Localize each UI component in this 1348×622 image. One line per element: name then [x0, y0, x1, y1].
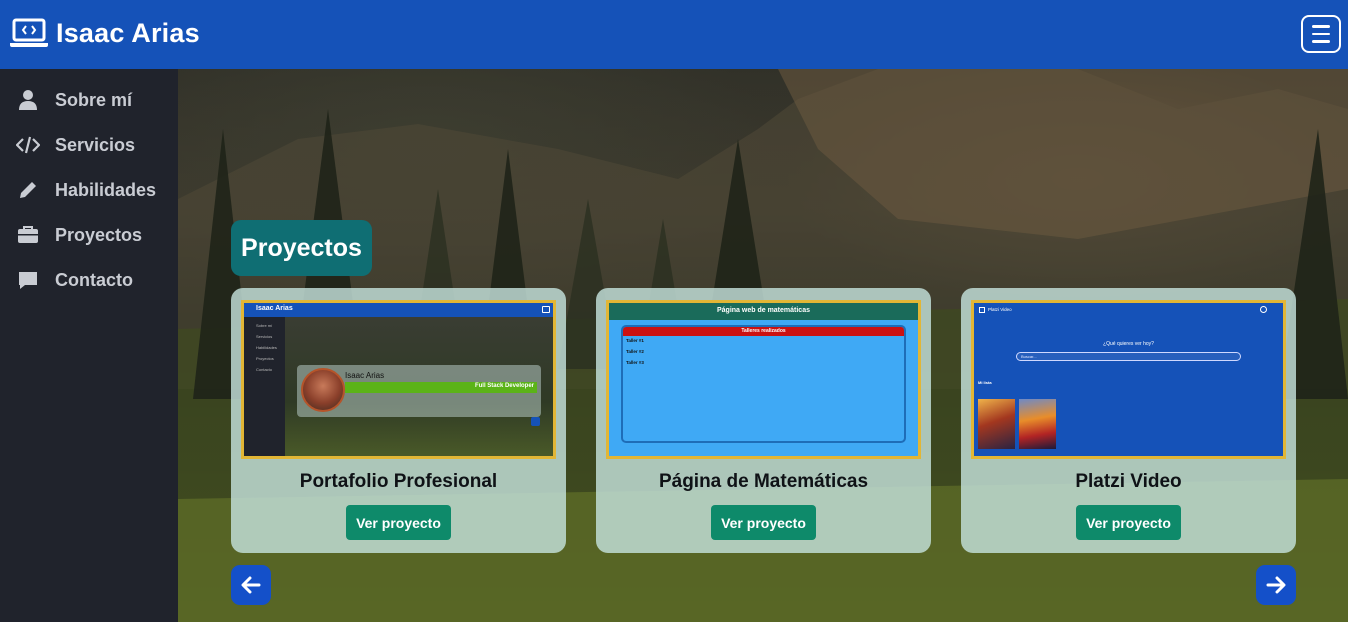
- project-card: Página web de matemáticas Talleres reali…: [596, 288, 931, 553]
- briefcase-icon: [18, 226, 38, 243]
- ver-proyecto-button[interactable]: Ver proyecto: [711, 505, 816, 540]
- sidebar-item-label: Sobre mí: [55, 89, 133, 110]
- arrow-left-icon: [241, 576, 261, 594]
- thumb-poster: [1019, 399, 1056, 449]
- sidebar-item-contacto[interactable]: Contacto: [0, 260, 178, 300]
- projects-section: Proyectos Isaac Arias Sobre mí Servicios…: [178, 69, 1348, 622]
- carousel-prev-button[interactable]: [231, 565, 271, 605]
- pencil-icon: [20, 182, 36, 198]
- project-title: Página de Matemáticas: [658, 471, 869, 492]
- project-thumbnail: Página web de matemáticas Talleres reali…: [606, 300, 921, 459]
- top-header: Isaac Arias: [0, 0, 1348, 69]
- project-title: Platzi Video: [1075, 471, 1182, 492]
- project-thumbnail: Isaac Arias Sobre mí Servicios Habilidad…: [241, 300, 556, 459]
- laptop-code-icon: [10, 18, 48, 47]
- sidebar-item-sobre-mi[interactable]: Sobre mí: [0, 80, 178, 120]
- project-title: Portafolio Profesional: [299, 471, 498, 492]
- thumb-avatar: [301, 368, 345, 412]
- sidebar-item-proyectos[interactable]: Proyectos: [0, 215, 178, 255]
- sidebar-item-label: Contacto: [55, 269, 133, 290]
- sidebar-item-habilidades[interactable]: Habilidades: [0, 170, 178, 210]
- sidebar-item-servicios[interactable]: Servicios: [0, 125, 178, 165]
- project-card: Isaac Arias Sobre mí Servicios Habilidad…: [231, 288, 566, 553]
- hamburger-menu-button[interactable]: [1301, 15, 1341, 53]
- project-card: Platzi Video ¿Qué quieres ver hoy? Busca…: [961, 288, 1296, 553]
- comment-icon: [19, 272, 37, 289]
- thumb-header-title: Isaac Arias: [256, 305, 293, 312]
- code-icon: [16, 136, 40, 154]
- sidebar-item-label: Habilidades: [55, 179, 157, 200]
- section-title: Proyectos: [231, 220, 372, 276]
- sidebar-item-label: Servicios: [55, 134, 136, 155]
- sidebar-item-label: Proyectos: [55, 224, 143, 245]
- sidebar: Sobre mí Servicios Habilidades Proyectos…: [0, 69, 178, 622]
- site-title[interactable]: Isaac Arias: [56, 18, 200, 49]
- ver-proyecto-button[interactable]: Ver proyecto: [346, 505, 451, 540]
- carousel-next-button[interactable]: [1256, 565, 1296, 605]
- hamburger-menu-icon: [1312, 25, 1330, 28]
- thumb-menu-icon: [542, 306, 550, 313]
- ver-proyecto-button[interactable]: Ver proyecto: [1076, 505, 1181, 540]
- arrow-right-icon: [1266, 576, 1286, 594]
- user-icon: [19, 90, 37, 110]
- project-thumbnail: Platzi Video ¿Qué quieres ver hoy? Busca…: [971, 300, 1286, 459]
- thumb-poster: [978, 399, 1015, 449]
